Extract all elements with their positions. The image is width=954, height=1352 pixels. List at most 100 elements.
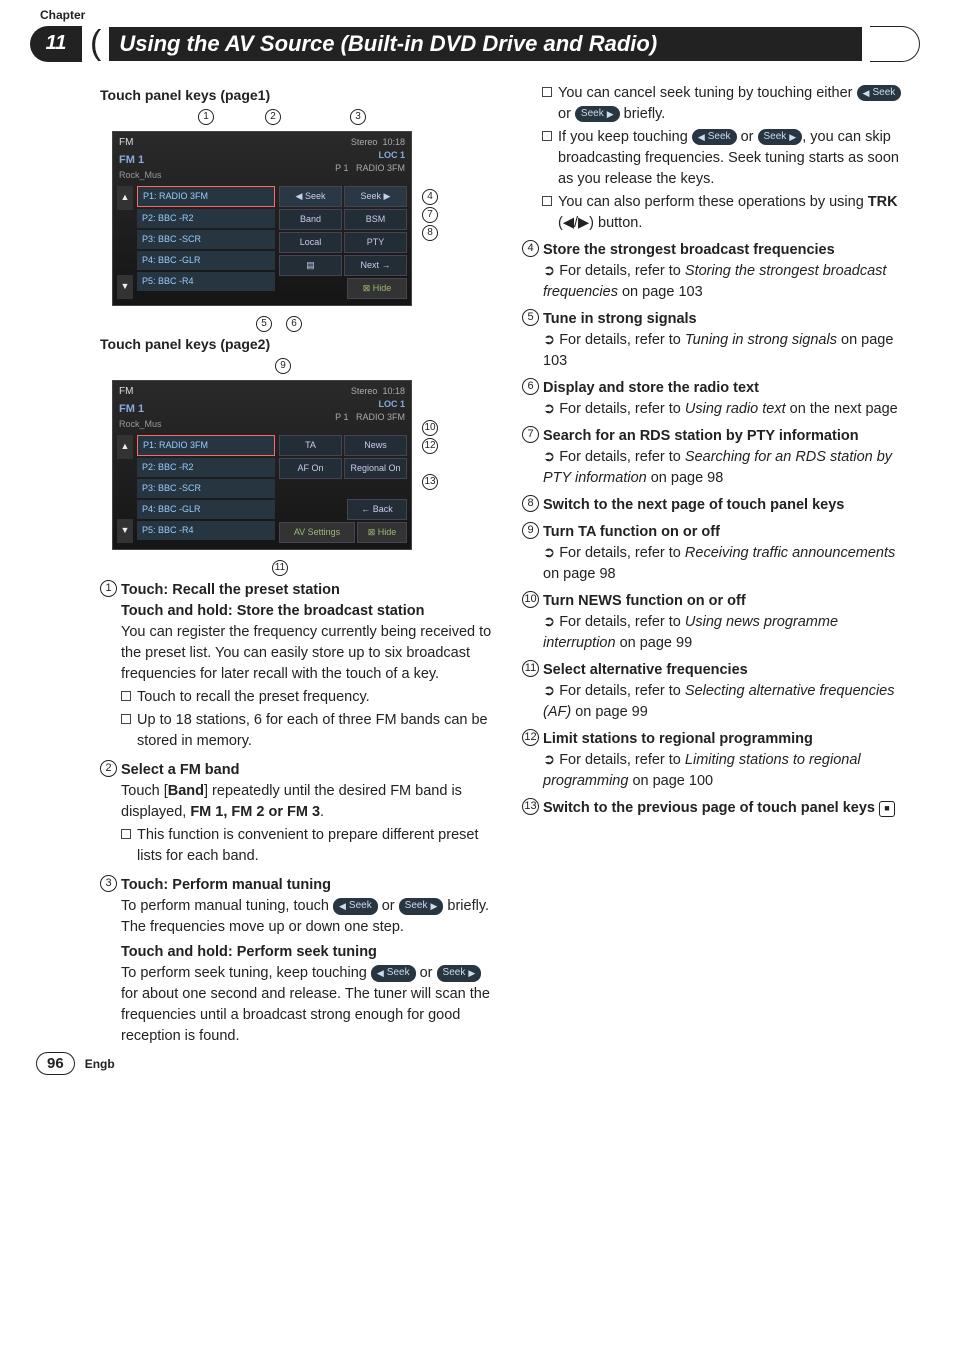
item-2-title: Select a FM band xyxy=(121,760,492,781)
local-button[interactable]: Local xyxy=(279,232,342,253)
panel-loc: LOC 1 xyxy=(335,149,405,162)
num-9-icon: 9 xyxy=(522,522,539,539)
item-3: 3 Touch: Perform manual tuning To perfor… xyxy=(100,875,492,1047)
num-7-icon: 7 xyxy=(522,426,539,443)
item-9: 9 Turn TA function on or off For details… xyxy=(522,522,914,585)
preset-row[interactable]: P3: BBC -SCR xyxy=(137,479,275,498)
preset-up-icon[interactable]: ▲ xyxy=(117,435,133,459)
bsm-button[interactable]: BSM xyxy=(344,209,407,230)
square-bullet-icon xyxy=(542,131,552,141)
lang-label: Engb xyxy=(85,1057,115,1071)
num-1-icon: 1 xyxy=(100,580,117,597)
panel2-rockmus: Rock_Mus xyxy=(119,418,162,431)
preset-row[interactable]: P5: BBC -R4 xyxy=(137,521,275,540)
chapter-number-badge: 11 xyxy=(30,26,82,62)
num-13-icon: 13 xyxy=(522,798,539,815)
preset-up-icon[interactable]: ▲ xyxy=(117,186,133,210)
callout-10: 10 xyxy=(422,420,438,436)
square-bullet-icon xyxy=(542,196,552,206)
callout-9: 9 xyxy=(275,358,291,374)
ta-button[interactable]: TA xyxy=(279,435,342,456)
next-button[interactable]: Next → xyxy=(344,255,407,276)
seek-left-pill-icon: ◀Seek xyxy=(692,129,737,146)
av-settings-button[interactable]: AV Settings xyxy=(279,522,355,543)
item-11-ref: For details, refer to Selecting alternat… xyxy=(543,681,914,723)
preset-row[interactable]: P2: BBC -R2 xyxy=(137,209,275,228)
item-6-ref: For details, refer to Using radio text o… xyxy=(543,399,914,420)
callout-13: 13 xyxy=(422,474,438,490)
news-button[interactable]: News xyxy=(344,435,407,456)
seek-left-pill-icon: ◀Seek xyxy=(371,965,416,982)
square-bullet-icon xyxy=(121,691,131,701)
callout-8: 8 xyxy=(422,225,438,241)
seek-right-pill-icon: Seek▶ xyxy=(758,129,803,146)
item-3-title: Touch: Perform manual tuning xyxy=(121,875,492,896)
panel-stereo: Stereo xyxy=(351,137,378,147)
num-5-icon: 5 xyxy=(522,309,539,326)
item-13-title: Switch to the previous page of touch pan… xyxy=(543,798,914,819)
item-2-b1: This function is convenient to prepare d… xyxy=(137,825,492,867)
right-top-bullets: You can cancel seek tuning by touching e… xyxy=(522,83,914,234)
item-6-title: Display and store the radio text xyxy=(543,378,914,399)
preset-row[interactable]: P5: BBC -R4 xyxy=(137,272,275,291)
item-10: 10 Turn NEWS function on or off For deta… xyxy=(522,591,914,654)
item-5-ref: For details, refer to Tuning in strong s… xyxy=(543,330,914,372)
callout-12: 12 xyxy=(422,438,438,454)
preset-row[interactable]: P1: RADIO 3FM xyxy=(137,186,275,207)
num-2-icon: 2 xyxy=(100,760,117,777)
callout-4: 4 xyxy=(422,189,438,205)
page-title: Using the AV Source (Built-in DVD Drive … xyxy=(109,27,862,61)
preset-row[interactable]: P3: BBC -SCR xyxy=(137,230,275,249)
band-button[interactable]: Band xyxy=(279,209,342,230)
num-11-icon: 11 xyxy=(522,660,539,677)
item-10-title: Turn NEWS function on or off xyxy=(543,591,914,612)
back-button[interactable]: ← Back xyxy=(347,499,407,520)
panel-p1: P 1 xyxy=(335,163,348,173)
item-1-title-b: Touch and hold: Store the broadcast stat… xyxy=(121,601,492,622)
hide-button-2[interactable]: ⊠ Hide xyxy=(357,522,407,543)
item-6: 6 Display and store the radio text For d… xyxy=(522,378,914,420)
panel1-wrap: 1 2 3 FM FM 1 Rock_Mus Stereo 10:18 LOC … xyxy=(100,113,492,330)
item-8: 8 Switch to the next page of touch panel… xyxy=(522,495,914,516)
callout-5: 5 xyxy=(256,316,272,332)
panel-time: 10:18 xyxy=(382,137,405,147)
preset-list: P1: RADIO 3FM P2: BBC -R2 P3: BBC -SCR P… xyxy=(137,186,275,299)
preset-down-icon[interactable]: ▼ xyxy=(117,519,133,543)
item-11: 11 Select alternative frequencies For de… xyxy=(522,660,914,723)
af-button[interactable]: AF On xyxy=(279,458,342,479)
seek-right-button[interactable]: Seek ▶ xyxy=(344,186,407,207)
item-12: 12 Limit stations to regional programmin… xyxy=(522,729,914,792)
seek-right-pill-icon: Seek▶ xyxy=(437,965,482,982)
item-8-title: Switch to the next page of touch panel k… xyxy=(543,495,914,516)
item-10-ref: For details, refer to Using news program… xyxy=(543,612,914,654)
panel2-fm1: FM 1 xyxy=(119,402,162,418)
radio-panel-page1: FM FM 1 Rock_Mus Stereo 10:18 LOC 1 P 1 … xyxy=(112,131,412,306)
callout-7: 7 xyxy=(422,207,438,223)
panel2-caption: Touch panel keys (page2) xyxy=(100,334,492,354)
stop-key-icon: ■ xyxy=(879,801,895,817)
preset-row[interactable]: P4: BBC -GLR xyxy=(137,251,275,270)
num-6-icon: 6 xyxy=(522,378,539,395)
panel2-stereo: Stereo xyxy=(351,386,378,396)
panel2-fm: FM xyxy=(119,385,162,400)
item-1-title-a: Touch: Recall the preset station xyxy=(121,580,492,601)
seek-left-pill-icon: ◀◀ SeekSeek xyxy=(333,898,378,915)
right-b3: You can also perform these operations by… xyxy=(558,192,914,234)
item-9-title: Turn TA function on or off xyxy=(543,522,914,543)
item-4-ref: For details, refer to Storing the strong… xyxy=(543,261,914,303)
hide-button[interactable]: ⊠ Hide xyxy=(347,278,407,299)
text-button[interactable]: ▤ xyxy=(279,255,342,276)
callout-1: 1 xyxy=(198,109,214,125)
preset-row[interactable]: P1: RADIO 3FM xyxy=(137,435,275,456)
regional-button[interactable]: Regional On xyxy=(344,458,407,479)
preset-row[interactable]: P4: BBC -GLR xyxy=(137,500,275,519)
panel2-loc: LOC 1 xyxy=(335,398,405,411)
preset-row[interactable]: P2: BBC -R2 xyxy=(137,458,275,477)
pty-button[interactable]: PTY xyxy=(344,232,407,253)
panel-radio3fm: RADIO 3FM xyxy=(356,163,405,173)
preset-down-icon[interactable]: ▼ xyxy=(117,275,133,299)
item-9-ref: For details, refer to Receiving traffic … xyxy=(543,543,914,585)
item-7-ref: For details, refer to Searching for an R… xyxy=(543,447,914,489)
num-12-icon: 12 xyxy=(522,729,539,746)
seek-left-button[interactable]: ◀ Seek xyxy=(279,186,342,207)
